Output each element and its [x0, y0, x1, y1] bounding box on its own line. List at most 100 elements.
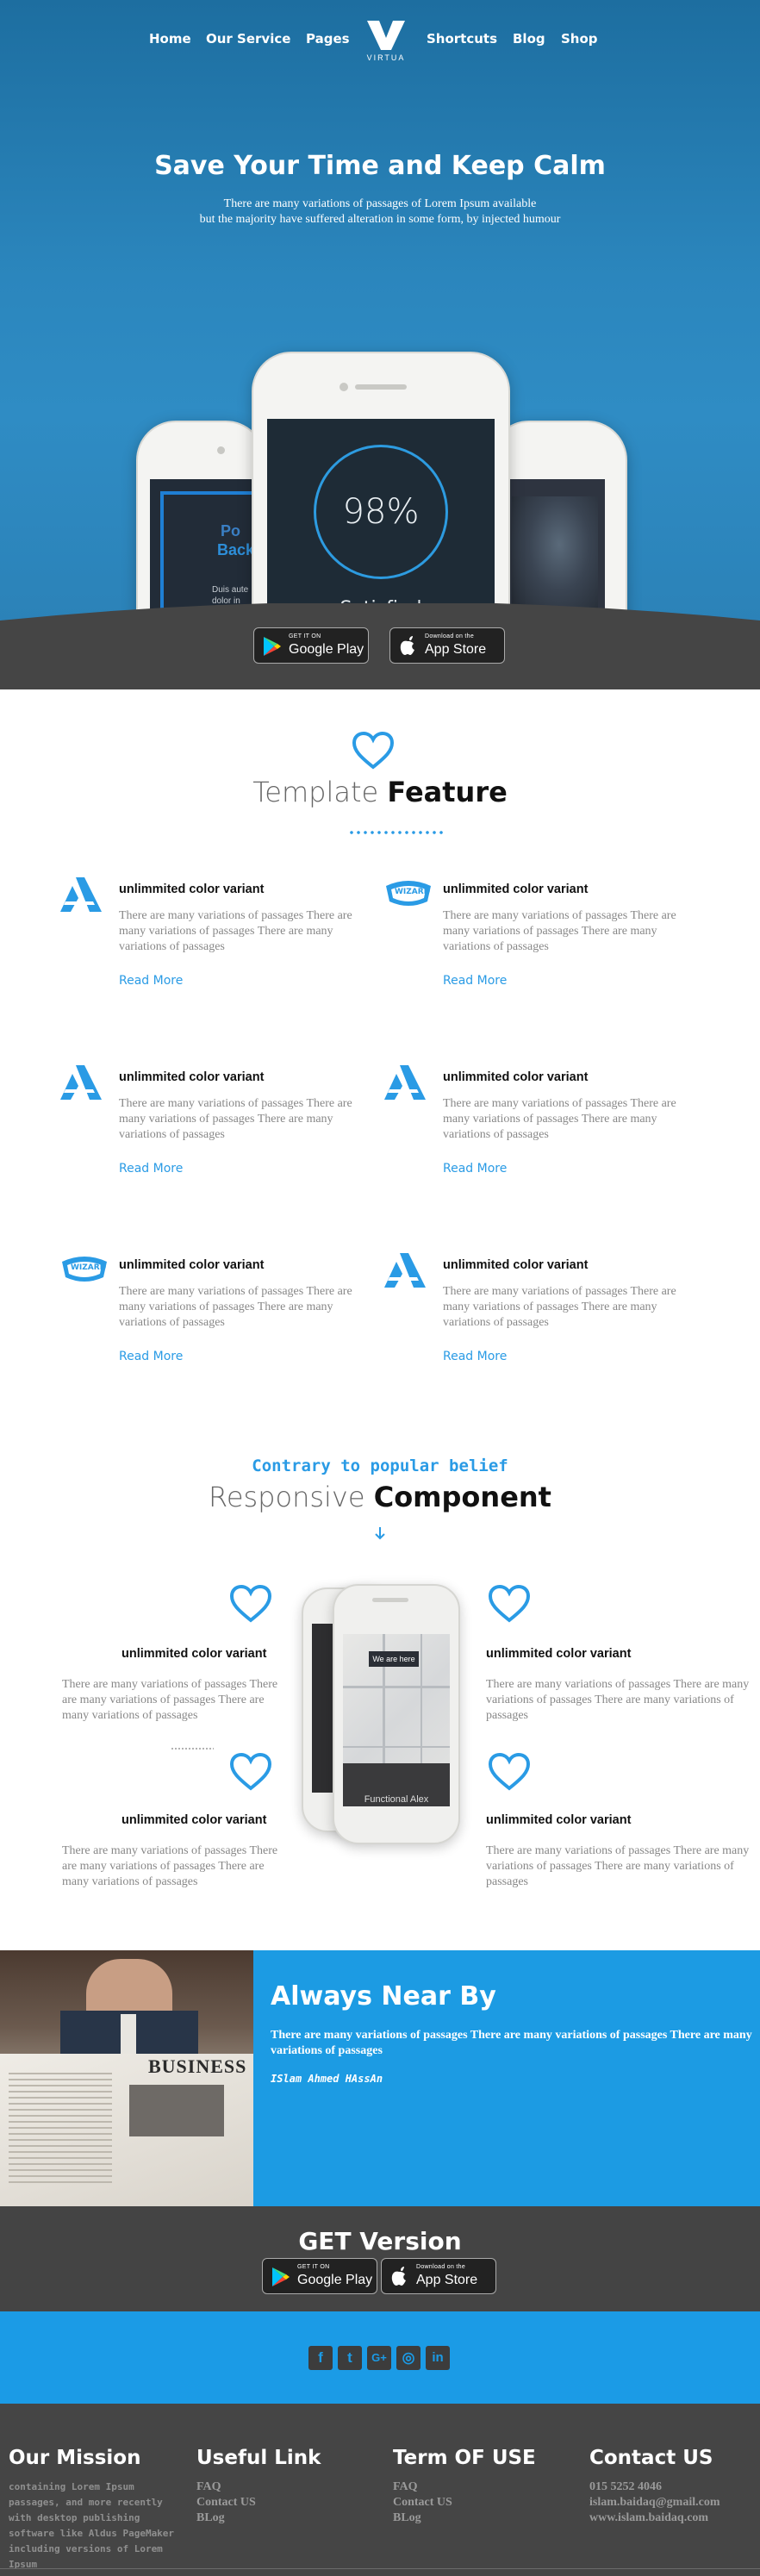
footer-useful-links: Useful Link FAQ Contact US BLog	[196, 2447, 377, 2526]
phone-left-small-text: Duis aute dolor in	[212, 584, 248, 607]
wizard-badge-icon: WIZARD	[59, 1255, 107, 1293]
social-bar: f t G+ ◎ in	[0, 2311, 760, 2404]
wizard-badge-icon: WIZARD	[383, 879, 431, 917]
nav-shortcuts[interactable]: Shortcuts	[427, 31, 497, 47]
footer-website[interactable]: www.islam.baidaq.com	[589, 2511, 760, 2526]
satisfaction-gauge: 98%	[314, 445, 448, 579]
google-plus-icon[interactable]: G+	[367, 2346, 391, 2370]
footer-email[interactable]: islam.baidaq@gmail.com	[589, 2495, 760, 2511]
nav-blog[interactable]: Blog	[513, 31, 545, 47]
responsive-item-title: unlimmited color variant	[486, 1647, 632, 1661]
footer-terms-faq[interactable]: FAQ	[393, 2479, 574, 2495]
map-screen: We are here Functional Alex	[343, 1634, 450, 1806]
camera-icon	[340, 383, 348, 391]
footer-terms-contact[interactable]: Contact US	[393, 2495, 574, 2511]
virtua-logo[interactable]: VIRTUA	[363, 21, 409, 64]
phone-left-small1: Duis aute	[212, 585, 249, 595]
feature-title: unlimmited color variant	[119, 1258, 265, 1272]
phone-left-heading2: Back	[217, 541, 255, 558]
feature-title: unlimmited color variant	[443, 883, 589, 896]
responsive-item-title: unlimmited color variant	[121, 1813, 267, 1827]
apple-icon	[400, 636, 414, 655]
get-version-title: GET Version	[0, 2227, 760, 2255]
person-photo	[512, 496, 598, 617]
heart-icon	[488, 1584, 531, 1623]
footer-phone: 015 5252 4046	[589, 2480, 662, 2493]
read-more-link[interactable]: Read More	[119, 974, 183, 988]
near-by-panel: Always Near By There are many variations…	[253, 1950, 760, 2206]
responsive-item-text: There are many variations of passages Th…	[62, 1678, 278, 1722]
near-title-bold: Near By	[381, 1981, 496, 2012]
google-play-small: GET IT ON	[289, 633, 321, 639]
phone-map-mockup: We are here Functional Alex	[333, 1584, 460, 1844]
hero-title: Save Your Time and Keep Calm	[154, 151, 606, 181]
feature-text: There are many variations of passages Th…	[443, 909, 676, 953]
footer-link-blog[interactable]: BLog	[196, 2511, 377, 2526]
hero-subtitle: There are many variations of passages of…	[0, 196, 760, 228]
map-road	[343, 1746, 450, 1748]
triangle-logo-icon	[59, 876, 103, 914]
instagram-icon[interactable]: ◎	[396, 2346, 420, 2370]
responsive-item-title: unlimmited color variant	[486, 1813, 632, 1827]
map-footer-label: Functional Alex	[364, 1794, 429, 1805]
footer-mission-text: containing Lorem Ipsum passages, and mor…	[9, 2481, 175, 2570]
triangle-logo-icon	[59, 1063, 103, 1101]
feature-text: There are many variations of passages Th…	[443, 1285, 676, 1329]
responsive-title-bold: Component	[373, 1481, 551, 1513]
feature-title: unlimmited color variant	[119, 883, 265, 896]
google-play-button[interactable]: GET IT ON Google Play	[253, 627, 369, 664]
google-play-button[interactable]: GET IT ON Google Play	[262, 2258, 377, 2294]
near-by-title: Always Near By	[271, 1981, 496, 2012]
map-pin-label: We are here	[369, 1651, 419, 1667]
hero-section: Home Our Service Pages VIRTUA Shortcuts …	[0, 0, 760, 689]
google-play-big: Google Play	[289, 642, 364, 657]
feature-item: WIZARD unlimmited color variant There are …	[383, 876, 710, 1014]
google-play-small: GET IT ON	[297, 2264, 330, 2270]
footer-link-contact[interactable]: Contact US	[196, 2495, 377, 2511]
feature-text: There are many variations of passages Th…	[443, 1097, 676, 1141]
facebook-icon[interactable]: f	[308, 2346, 333, 2370]
app-store-big: App Store	[425, 642, 487, 657]
near-by-author: ISlam Ahmed HAssAn	[271, 2073, 383, 2085]
nav-our-service[interactable]: Our Service	[206, 31, 290, 47]
responsive-item-text: There are many variations of passages Th…	[62, 1844, 278, 1888]
responsive-item-title: unlimmited color variant	[121, 1647, 267, 1661]
read-more-link[interactable]: Read More	[443, 974, 507, 988]
newspaper: BUSINESS	[0, 2054, 253, 2206]
feature-title: unlimmited color variant	[443, 1258, 589, 1272]
footer-mission-title: Our Mission	[9, 2447, 141, 2469]
read-more-link[interactable]: Read More	[443, 1162, 507, 1176]
feature-section-title: Template Feature	[0, 776, 760, 808]
wizard-badge-text: WIZARD	[395, 888, 431, 896]
footer-mission: Our Mission containing Lorem Ipsum passa…	[9, 2447, 190, 2573]
get-title-bold: Version	[359, 2227, 462, 2255]
responsive-section-title: Responsive Component	[0, 1481, 760, 1513]
nav-shop[interactable]: Shop	[561, 31, 598, 47]
newspaper-photo: BUSINESS	[0, 1950, 253, 2206]
feature-text: There are many variations of passages Th…	[119, 1097, 352, 1141]
feature-item: WIZARD unlimmited color variant There are …	[59, 1251, 386, 1389]
footer-link-faq[interactable]: FAQ	[196, 2479, 377, 2495]
read-more-link[interactable]: Read More	[119, 1350, 183, 1363]
feature-text: There are many variations of passages Th…	[119, 909, 352, 953]
phone-left-heading1: Po	[221, 522, 241, 540]
read-more-link[interactable]: Read More	[443, 1350, 507, 1363]
get-version-section: GET Version GET IT ON Google Play Downlo…	[0, 2206, 760, 2311]
read-more-link[interactable]: Read More	[119, 1162, 183, 1176]
app-store-small: Download on the	[416, 2264, 466, 2270]
twitter-icon[interactable]: t	[338, 2346, 362, 2370]
footer-terms-blog[interactable]: BLog	[393, 2511, 574, 2526]
heart-icon	[488, 1752, 531, 1791]
nav-home[interactable]: Home	[149, 31, 191, 47]
gauge-percent: 98%	[342, 492, 420, 532]
app-store-big: App Store	[416, 2273, 478, 2287]
app-store-button[interactable]: Download on the App Store	[389, 627, 505, 664]
hero-store-buttons: GET IT ON Google Play Download on the Ap…	[0, 627, 760, 664]
app-store-button[interactable]: Download on the App Store	[381, 2258, 496, 2294]
linkedin-icon[interactable]: in	[426, 2346, 450, 2370]
main-nav: Home Our Service Pages VIRTUA Shortcuts …	[0, 21, 760, 72]
feature-item: unlimmited color variant There are many v…	[383, 1063, 710, 1201]
responsive-item-text: There are many variations of passages Th…	[486, 1678, 750, 1722]
feature-title-bold: Feature	[387, 776, 508, 808]
nav-pages[interactable]: Pages	[306, 31, 350, 47]
